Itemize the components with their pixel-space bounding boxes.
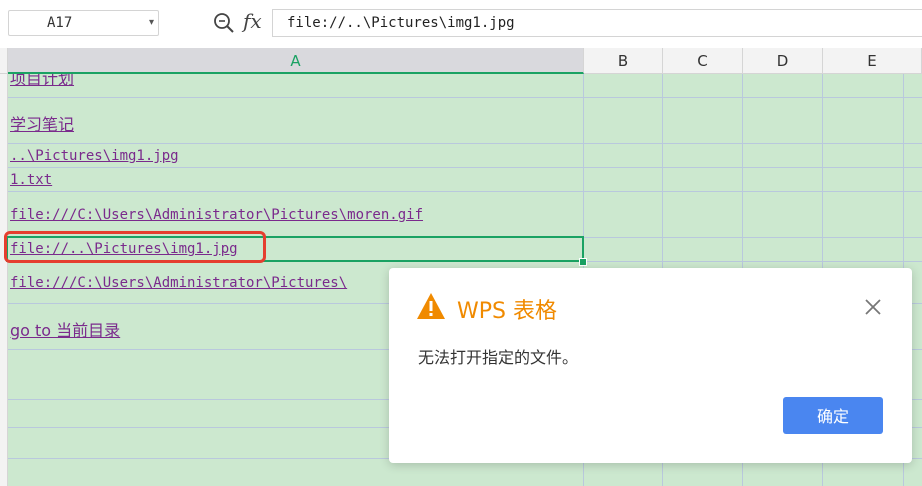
- ok-button[interactable]: 确定: [783, 397, 883, 434]
- close-icon[interactable]: [863, 297, 883, 317]
- cell-link[interactable]: 项目计划: [10, 74, 74, 88]
- cell-link[interactable]: 学习笔记: [10, 111, 74, 135]
- fill-handle[interactable]: [579, 258, 587, 266]
- warning-icon: [417, 293, 445, 319]
- chevron-down-icon[interactable]: ▾: [149, 11, 154, 35]
- column-header-c[interactable]: C: [663, 48, 743, 74]
- cell-link[interactable]: file:///C:\Users\Administrator\Pictures\…: [10, 207, 423, 223]
- gridline: [8, 167, 922, 168]
- gridline: [8, 143, 922, 144]
- cell-link[interactable]: go to 当前目录: [10, 317, 120, 341]
- gridline: [8, 97, 922, 98]
- row-header-gutter[interactable]: [0, 74, 8, 486]
- cell-link[interactable]: ..\Pictures\img1.jpg: [10, 148, 179, 164]
- cell-link[interactable]: file:///C:\Users\Administrator\Pictures\: [10, 275, 347, 291]
- gridline: [8, 191, 922, 192]
- column-header-b[interactable]: B: [584, 48, 663, 74]
- dialog-title: WPS 表格: [457, 299, 557, 324]
- select-all-corner[interactable]: [0, 48, 8, 74]
- formula-bar: A17 ▾ fx file://..\Pictures\img1.jpg: [0, 0, 922, 49]
- column-header-d[interactable]: D: [743, 48, 823, 74]
- zoom-icon[interactable]: [212, 11, 236, 35]
- column-header-e[interactable]: E: [823, 48, 922, 74]
- name-box[interactable]: A17 ▾: [8, 10, 159, 36]
- cell-clip: 项目计划: [8, 74, 583, 88]
- cell-reference: A17: [47, 15, 73, 31]
- dialog-message: 无法打开指定的文件。: [418, 348, 579, 367]
- error-dialog: WPS 表格 无法打开指定的文件。 确定: [389, 268, 912, 463]
- column-header-a[interactable]: A: [8, 48, 584, 74]
- highlight-annotation: [4, 231, 266, 263]
- cell-link[interactable]: 1.txt: [10, 172, 52, 188]
- formula-input[interactable]: file://..\Pictures\img1.jpg: [272, 9, 922, 37]
- function-icon[interactable]: fx: [243, 9, 262, 33]
